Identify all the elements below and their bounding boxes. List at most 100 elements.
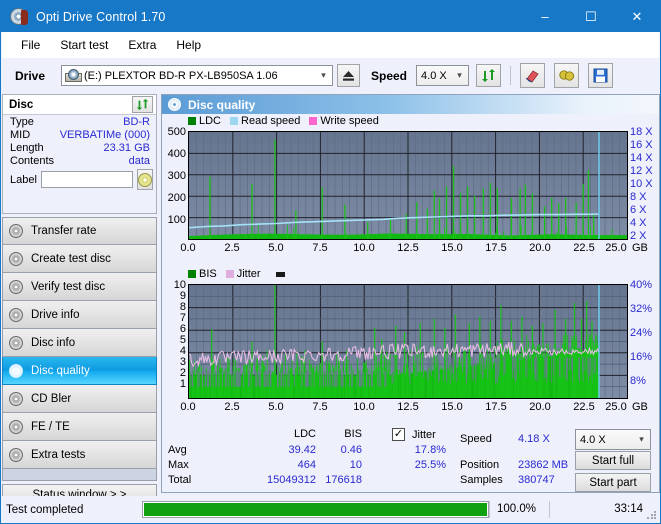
- window-controls: – ☐ ✕: [522, 1, 660, 32]
- speed-select[interactable]: 4.0 X ▾: [416, 65, 470, 86]
- chart1-ytick: 100: [167, 214, 186, 226]
- disc-icon: [9, 447, 23, 462]
- maximize-button[interactable]: ☐: [568, 1, 614, 32]
- chart1-xtick: 15.0: [441, 242, 463, 254]
- chart1-xtick: 20.0: [529, 242, 551, 254]
- chart1-ytick: 300: [167, 170, 186, 182]
- drive-select[interactable]: (E:) PLEXTOR BD-R PX-LB950SA 1.06 ▾: [61, 65, 333, 86]
- disc-icon: [9, 251, 23, 266]
- nav-item-verify-test-disc[interactable]: Verify test disc: [2, 273, 157, 301]
- legend-swatch-read-speed: [230, 117, 239, 125]
- nav-item-label: Verify test disc: [31, 280, 106, 293]
- nav-item-label: Drive info: [31, 308, 80, 321]
- chart2-ytick-right: 24%: [630, 327, 653, 339]
- nav-item-label: FE / TE: [31, 420, 70, 433]
- disc-icon: [9, 419, 23, 434]
- stats-row-key-total: Total: [168, 474, 192, 486]
- disc-refresh-button[interactable]: [132, 96, 153, 113]
- chart1-xtick: 25.0: [605, 242, 627, 254]
- legend-label-jitter: Jitter: [236, 268, 261, 280]
- progress-bar: [142, 501, 489, 518]
- nav-item-cd-bler[interactable]: CD Bler: [2, 385, 157, 413]
- legend-label-write-speed: Write speed: [320, 115, 379, 127]
- stats-max-jitter: 25.5%: [414, 459, 446, 471]
- disc-label-button[interactable]: [136, 169, 153, 190]
- menu-item-help[interactable]: Help: [166, 35, 211, 55]
- disc-label-key: Label: [10, 173, 37, 186]
- disc-row-length: Length 23.31 GB: [3, 141, 156, 154]
- disc-row-contents: Contents data: [3, 154, 156, 167]
- disc-row-value: BD-R: [123, 116, 150, 128]
- chart1-ytick-right: 6 X: [630, 204, 647, 216]
- left-sidebar: Disc Type BD-R MID VERBATIMe (000) Lengt…: [2, 94, 160, 506]
- stats-avg-ldc: 39.42: [288, 444, 316, 456]
- nav-item-create-test-disc[interactable]: Create test disc: [2, 245, 157, 273]
- stats-row-key-avg: Avg: [168, 444, 187, 456]
- chart2-xtick: 12.5: [397, 401, 419, 413]
- nav-item-label: Disc quality: [31, 364, 90, 377]
- nav-item-extra-tests[interactable]: Extra tests: [2, 441, 157, 469]
- cd-icon: [137, 172, 152, 187]
- chart2-plot-area[interactable]: [188, 284, 628, 399]
- rescan-button[interactable]: [476, 64, 502, 87]
- save-button[interactable]: [588, 63, 614, 88]
- chevron-down-icon: ▾: [457, 70, 462, 80]
- legend-swatch-jitter: [225, 270, 234, 278]
- nav-item-disc-quality[interactable]: Disc quality: [2, 357, 157, 385]
- statistics-panel: LDC BIS ✓ Jitter Avg 39.42 0.46 17.8% Ma…: [162, 427, 659, 492]
- chart1-plot-area[interactable]: [188, 131, 628, 240]
- jitter-label: Jitter: [412, 429, 436, 441]
- menu-item-extra[interactable]: Extra: [118, 35, 166, 55]
- eject-button[interactable]: [337, 64, 360, 87]
- disc-icon: [9, 335, 23, 350]
- chart2-ytick-right: 8%: [630, 375, 646, 387]
- resize-grip[interactable]: [646, 510, 656, 520]
- menu-item-start-test[interactable]: Start test: [50, 35, 118, 55]
- nav-item-fe-te[interactable]: FE / TE: [2, 413, 157, 441]
- nav-item-disc-info[interactable]: Disc info: [2, 329, 157, 357]
- disc-row-mid: MID VERBATIMe (000): [3, 128, 156, 141]
- chart1-xtick: 2.5: [224, 242, 240, 254]
- disc-icon: [9, 279, 23, 294]
- chart-bis-jitter: BIS Jitter 10 9 8 7 6 5 4 3 2 1 40% 32% …: [162, 267, 659, 425]
- plug-icon: [559, 70, 575, 81]
- chart2-xlabel: GB: [632, 401, 648, 413]
- settings-button[interactable]: [554, 63, 580, 88]
- menu-item-file[interactable]: File: [11, 35, 50, 55]
- disc-label-input[interactable]: [40, 171, 133, 188]
- chart1-xtick: 22.5: [573, 242, 595, 254]
- close-button[interactable]: ✕: [614, 1, 660, 32]
- start-full-button[interactable]: Start full: [575, 451, 651, 470]
- stats-samples-value: 380747: [518, 474, 555, 486]
- legend-swatch-ldc: [188, 117, 196, 125]
- jitter-checkbox[interactable]: ✓: [392, 428, 405, 441]
- window-title: Opti Drive Control 1.70: [36, 9, 166, 24]
- disc-label-row: Label: [3, 167, 156, 190]
- chart2-ytick-right: 16%: [630, 351, 653, 363]
- start-part-button[interactable]: Start part: [575, 473, 651, 492]
- chart2-xtick: 5.0: [268, 401, 284, 413]
- stats-max-bis: 10: [349, 459, 362, 471]
- legend-label-read-speed: Read speed: [241, 115, 301, 127]
- stats-speed-key: Speed: [460, 433, 492, 445]
- nav-item-drive-info[interactable]: Drive info: [2, 301, 157, 329]
- chart1-ytick-right: 18 X: [630, 126, 653, 138]
- disc-quality-icon: [168, 98, 181, 111]
- speed-label: Speed: [371, 68, 408, 83]
- chart2-xtick: 10.0: [353, 401, 375, 413]
- disc-row-value: 23.31 GB: [103, 142, 150, 154]
- stats-total-ldc: 15049312: [267, 474, 316, 486]
- chart1-legend: LDC Read speed Write speed: [188, 115, 385, 127]
- erase-button[interactable]: [520, 63, 546, 88]
- chart1-xtick: 7.5: [312, 242, 328, 254]
- eraser-icon: [525, 70, 539, 83]
- disc-icon: [9, 363, 23, 378]
- minimize-button[interactable]: –: [522, 1, 568, 32]
- nav-item-label: Extra tests: [31, 448, 86, 461]
- chart1-ytick-right: 8 X: [630, 191, 647, 203]
- app-disc-icon: [10, 8, 28, 25]
- test-speed-select[interactable]: 4.0 X ▾: [575, 429, 651, 450]
- nav-item-transfer-rate[interactable]: Transfer rate: [2, 217, 157, 245]
- disc-info-panel: Disc Type BD-R MID VERBATIMe (000) Lengt…: [2, 94, 157, 214]
- nav-item-label: Transfer rate: [31, 225, 97, 237]
